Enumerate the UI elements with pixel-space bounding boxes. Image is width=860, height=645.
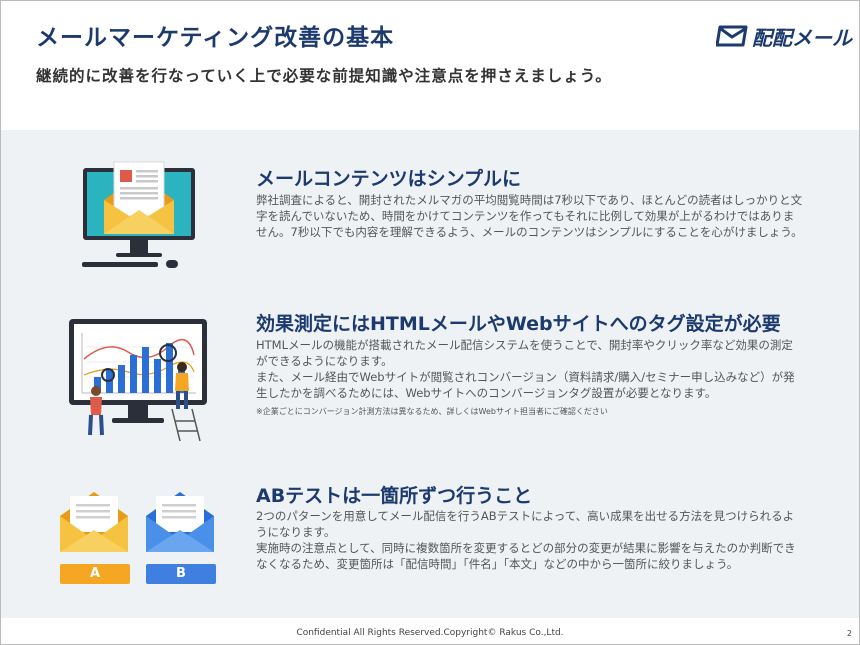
ab-envelopes-icon: A B (58, 488, 218, 592)
section-title: 効果測定にはHTMLメールやWebサイトへのタグ設定が必要 (256, 313, 781, 335)
page-subtitle: 継続的に改善を行なっていく上で必要な前提知識や注意点を押さえましょう。 (36, 67, 612, 85)
section-body-paragraph: HTMLメールの機能が搭載されたメール配信システムを使うことで、開封率やクリック… (256, 338, 793, 368)
section-note: ※企業ごとにコンバージョン計測方法は異なるため、詳しくはWebサイト担当者にご確… (256, 407, 608, 416)
slide-footer: Confidential All Rights Reserved.Copyrig… (0, 618, 860, 645)
section-body-paragraph: また、メール経由でWebサイトが閲覧されコンバージョン（資料請求/購入/セミナー… (256, 370, 795, 400)
section-body: 弊社調査によると、開封されたメルマガの平均閲覧時間は7秒以下であり、ほとんどの読… (256, 193, 803, 239)
content-area: メールコンテンツはシンプルに 弊社調査によると、開封されたメルマガの平均閲覧時間… (0, 130, 860, 618)
page-title: メールマーケティング改善の基本 (36, 25, 395, 51)
copyright-text: Confidential All Rights Reserved.Copyrig… (296, 628, 564, 638)
analytics-chart-icon (68, 317, 208, 446)
section-body: 2つのパターンを用意してメール配信を行うABテストによって、高い成果を出せる方法… (256, 508, 804, 572)
logo-text: 配配メール (752, 25, 852, 50)
label-a: A (89, 566, 101, 581)
section-body: HTMLメールの機能が搭載されたメール配信システムを使うことで、開封率やクリック… (256, 337, 804, 420)
mail-logo-icon (716, 25, 748, 47)
brand-logo: 配配メール (716, 22, 852, 50)
label-b: B (176, 566, 186, 581)
page-number: 2 (846, 629, 852, 638)
section-body-paragraph: 実施時の注意点として、同時に複数箇所を変更するとどの部分の変更が結果に影響を与え… (256, 541, 796, 571)
section-title: ABテストは一箇所ずつ行うこと (256, 485, 533, 507)
slide-header: メールマーケティング改善の基本 継続的に改善を行なっていく上で必要な前提知識や注… (0, 0, 860, 130)
section-title: メールコンテンツはシンプルに (256, 168, 522, 190)
monitor-envelope-icon (80, 160, 200, 274)
section-body-paragraph: 2つのパターンを用意してメール配信を行うABテストによって、高い成果を出せる方法… (256, 509, 795, 539)
